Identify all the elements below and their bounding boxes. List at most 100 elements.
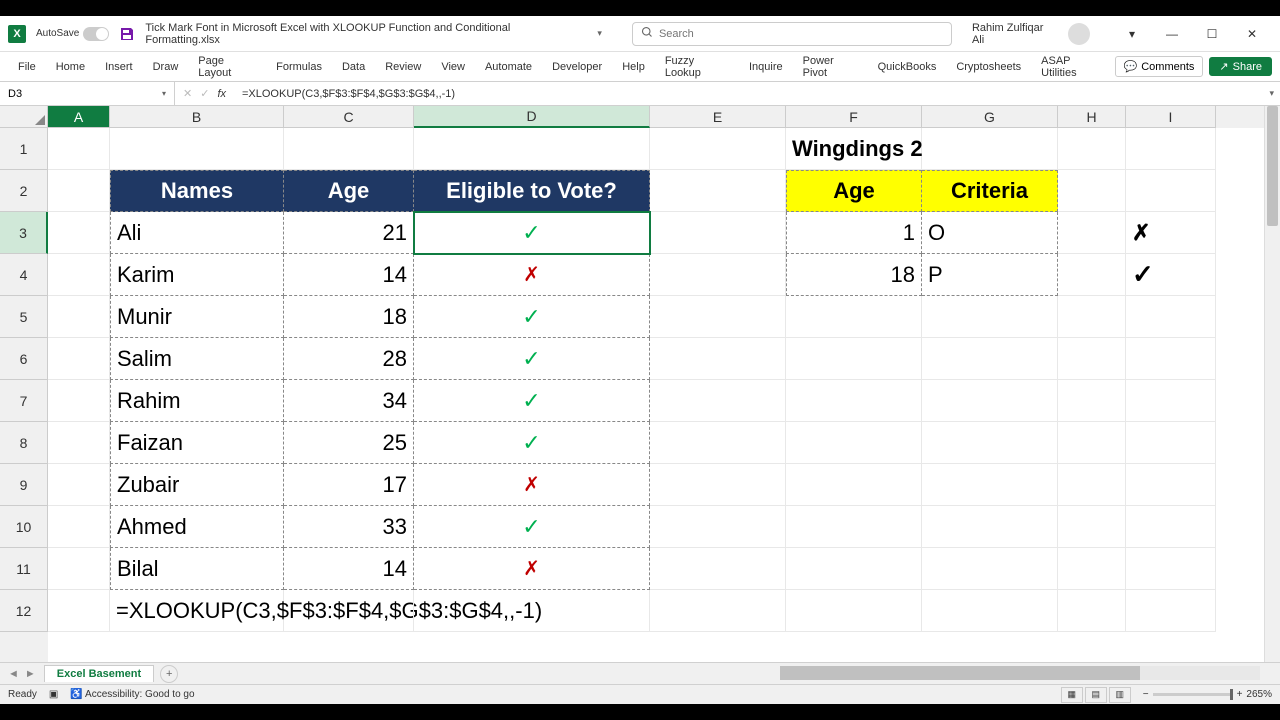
cell-name[interactable]: Munir bbox=[110, 296, 284, 338]
cell[interactable] bbox=[650, 422, 786, 464]
row-header[interactable]: 3 bbox=[0, 212, 48, 254]
cell-age[interactable]: 28 bbox=[284, 338, 414, 380]
cell-formula-display[interactable]: =XLOOKUP(C3,$F$3:$F$4,$G$3:$G$4,,-1) bbox=[110, 590, 284, 632]
tab-page-layout[interactable]: Page Layout bbox=[188, 49, 266, 85]
col-header-f[interactable]: F bbox=[786, 106, 922, 128]
cell-crit-char[interactable]: O bbox=[922, 212, 1058, 254]
tab-review[interactable]: Review bbox=[375, 55, 431, 79]
cell[interactable] bbox=[922, 296, 1058, 338]
cell[interactable] bbox=[786, 380, 922, 422]
minimize-icon[interactable]: — bbox=[1152, 20, 1192, 48]
tab-draw[interactable]: Draw bbox=[143, 55, 189, 79]
cell-name[interactable]: Zubair bbox=[110, 464, 284, 506]
cell[interactable] bbox=[786, 296, 922, 338]
cell[interactable] bbox=[1058, 590, 1126, 632]
tab-inquire[interactable]: Inquire bbox=[739, 55, 793, 79]
cell[interactable] bbox=[1058, 170, 1126, 212]
maximize-icon[interactable]: ☐ bbox=[1192, 20, 1232, 48]
cancel-icon[interactable]: ✕ bbox=[183, 87, 192, 100]
zoom-in-icon[interactable]: + bbox=[1237, 689, 1243, 700]
row-header[interactable]: 2 bbox=[0, 170, 48, 212]
close-icon[interactable]: ✕ bbox=[1232, 20, 1272, 48]
tab-asap-utilities[interactable]: ASAP Utilities bbox=[1031, 49, 1114, 85]
user-name[interactable]: Rahim Zulfiqar Ali bbox=[972, 22, 1058, 46]
macro-rec-icon[interactable]: ▣ bbox=[49, 689, 58, 700]
cell[interactable] bbox=[1058, 506, 1126, 548]
cell-name[interactable]: Ali bbox=[110, 212, 284, 254]
cell[interactable] bbox=[48, 254, 110, 296]
add-sheet-button[interactable]: + bbox=[160, 665, 178, 683]
tab-file[interactable]: File bbox=[8, 55, 46, 79]
scrollbar-thumb[interactable] bbox=[780, 666, 1140, 680]
cell[interactable] bbox=[48, 170, 110, 212]
cell-name[interactable]: Bilal bbox=[110, 548, 284, 590]
cell-eligible[interactable]: ✓ bbox=[414, 422, 650, 464]
cell-eligible[interactable]: ✓ bbox=[414, 338, 650, 380]
cells[interactable]: Wingdings 2 Names Age Eligible to Vote? … bbox=[48, 128, 1264, 662]
row-header[interactable]: 9 bbox=[0, 464, 48, 506]
cell[interactable] bbox=[786, 422, 922, 464]
header-age[interactable]: Age bbox=[284, 170, 414, 212]
expand-formula-icon[interactable]: ▾ bbox=[1263, 88, 1280, 99]
toggle-icon[interactable] bbox=[83, 27, 109, 41]
fx-icon[interactable]: fx bbox=[217, 88, 226, 100]
cell[interactable] bbox=[650, 380, 786, 422]
cell-icon-sample[interactable]: ✗ bbox=[1126, 212, 1216, 254]
cell[interactable] bbox=[922, 338, 1058, 380]
header-side-criteria[interactable]: Criteria bbox=[922, 170, 1058, 212]
tab-home[interactable]: Home bbox=[46, 55, 95, 79]
cell[interactable] bbox=[922, 128, 1058, 170]
cell[interactable] bbox=[48, 128, 110, 170]
sheet-next-icon[interactable]: ► bbox=[25, 668, 36, 680]
cell[interactable] bbox=[786, 464, 922, 506]
cell[interactable] bbox=[1126, 380, 1216, 422]
row-header[interactable]: 5 bbox=[0, 296, 48, 338]
cell[interactable] bbox=[650, 170, 786, 212]
search-input[interactable] bbox=[659, 28, 943, 40]
cell[interactable] bbox=[1058, 128, 1126, 170]
cell[interactable] bbox=[650, 212, 786, 254]
cell[interactable] bbox=[284, 128, 414, 170]
cell[interactable] bbox=[1126, 170, 1216, 212]
col-header-c[interactable]: C bbox=[284, 106, 414, 128]
zoom-slider[interactable] bbox=[1153, 693, 1233, 696]
cell-age[interactable]: 21 bbox=[284, 212, 414, 254]
cell-age[interactable]: 18 bbox=[284, 296, 414, 338]
formula-input[interactable]: =XLOOKUP(C3,$F$3:$F$4,$G$3:$G$4,,-1) bbox=[234, 88, 1263, 100]
cell[interactable] bbox=[650, 254, 786, 296]
tab-formulas[interactable]: Formulas bbox=[266, 55, 332, 79]
autosave-toggle[interactable]: AutoSave bbox=[36, 27, 109, 41]
cell[interactable] bbox=[48, 296, 110, 338]
search-box[interactable] bbox=[632, 22, 952, 46]
cell-age[interactable]: 33 bbox=[284, 506, 414, 548]
cell-name[interactable]: Faizan bbox=[110, 422, 284, 464]
cell[interactable] bbox=[110, 128, 284, 170]
row-header[interactable]: 8 bbox=[0, 422, 48, 464]
cell-age[interactable]: 25 bbox=[284, 422, 414, 464]
enter-icon[interactable]: ✓ bbox=[200, 87, 209, 100]
cell[interactable] bbox=[48, 380, 110, 422]
cell[interactable] bbox=[1126, 464, 1216, 506]
cell[interactable] bbox=[1126, 338, 1216, 380]
cell[interactable] bbox=[48, 590, 110, 632]
cell-eligible[interactable]: ✓ bbox=[414, 380, 650, 422]
chevron-down-icon[interactable]: ▾ bbox=[597, 28, 602, 39]
ribbon-mode-icon[interactable]: ▾ bbox=[1112, 20, 1152, 48]
header-eligible[interactable]: Eligible to Vote? bbox=[414, 170, 650, 212]
cell[interactable] bbox=[1058, 548, 1126, 590]
row-header[interactable]: 6 bbox=[0, 338, 48, 380]
cell[interactable] bbox=[922, 590, 1058, 632]
cell[interactable] bbox=[786, 590, 922, 632]
cell-eligible[interactable]: ✓ bbox=[414, 212, 650, 254]
cell-age[interactable]: 14 bbox=[284, 548, 414, 590]
vertical-scrollbar[interactable] bbox=[1264, 106, 1280, 662]
tab-quickbooks[interactable]: QuickBooks bbox=[868, 55, 947, 79]
cell[interactable] bbox=[48, 548, 110, 590]
tab-data[interactable]: Data bbox=[332, 55, 375, 79]
zoom-control[interactable]: − + 265% bbox=[1143, 689, 1272, 700]
cell-eligible[interactable]: ✓ bbox=[414, 506, 650, 548]
col-header-g[interactable]: G bbox=[922, 106, 1058, 128]
col-header-e[interactable]: E bbox=[650, 106, 786, 128]
cell[interactable] bbox=[414, 590, 650, 632]
row-header[interactable]: 4 bbox=[0, 254, 48, 296]
